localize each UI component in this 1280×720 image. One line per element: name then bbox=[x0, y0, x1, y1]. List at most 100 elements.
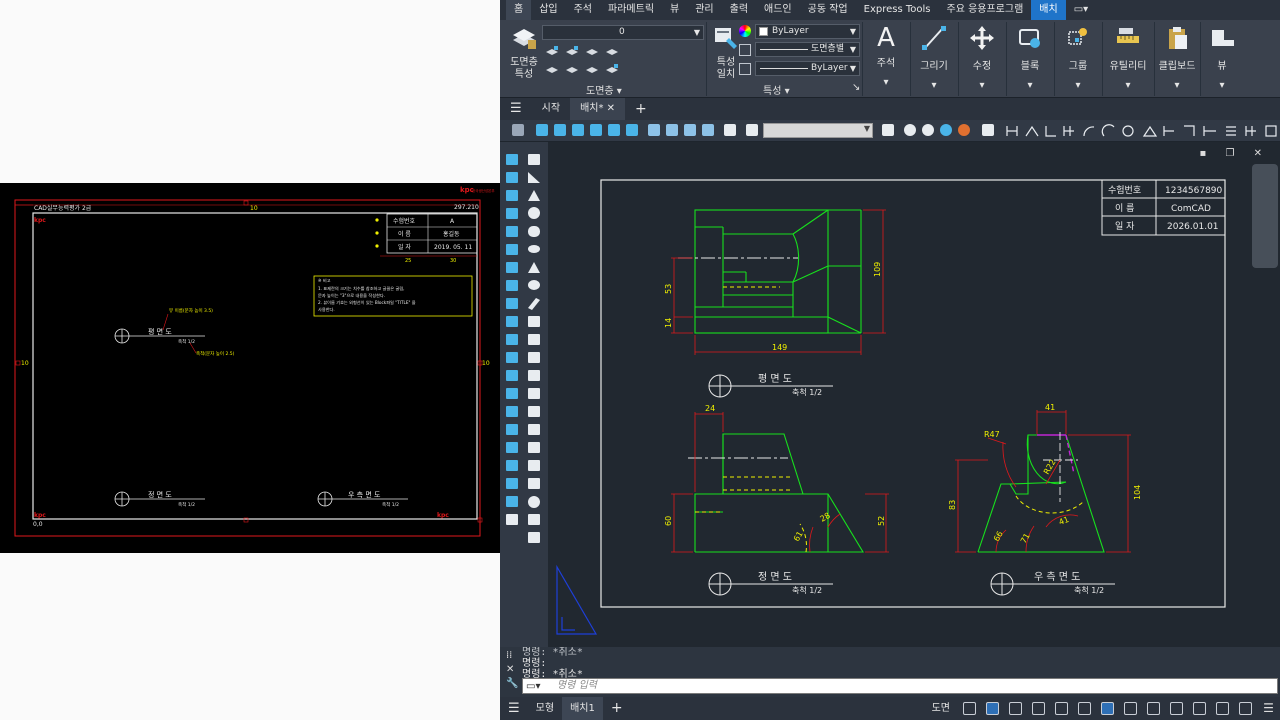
svg-text:A: A bbox=[450, 218, 455, 225]
snap-icon[interactable] bbox=[963, 702, 976, 715]
group-button[interactable]: 그룹 ▾ bbox=[1056, 20, 1100, 94]
tab-manage[interactable]: 관리 bbox=[687, 0, 721, 20]
svg-text:문자 높이는 "3"으로 내용을 작성한다.: 문자 높이는 "3"으로 내용을 작성한다. bbox=[318, 292, 385, 299]
tab-output[interactable]: 출력 bbox=[722, 0, 756, 20]
tab-view[interactable]: 뷰 bbox=[662, 0, 687, 20]
fullscreen-icon[interactable] bbox=[1239, 702, 1252, 715]
ref-notes-box: ※ 비고 1. 표제란의 크기는 치수를 참조하고 글꼴은 굴림, 문자 높이는… bbox=[313, 275, 473, 317]
block-button[interactable]: 블록 ▾ bbox=[1008, 20, 1052, 94]
chevron-down-icon: ▾ bbox=[883, 77, 889, 88]
svg-text:우 측 면 도: 우 측 면 도 bbox=[348, 490, 381, 499]
visual-style-icon[interactable] bbox=[922, 124, 934, 136]
utilities-button[interactable]: 유틸리티 ▾ bbox=[1103, 20, 1153, 94]
otrack-icon[interactable] bbox=[1055, 702, 1068, 715]
named-view-dropdown[interactable]: ▼ bbox=[763, 123, 873, 138]
navigation-bar[interactable] bbox=[1252, 164, 1278, 268]
app-menu-icon[interactable]: ☰ bbox=[500, 98, 532, 120]
dim-top-left2: 14 bbox=[664, 318, 673, 328]
tab-featured-apps[interactable]: 주요 응용프로그램 bbox=[939, 0, 1032, 20]
properties-panel-label: 특성 ▾ bbox=[763, 86, 790, 97]
view-cube-icon[interactable] bbox=[626, 124, 638, 136]
layer-properties-button[interactable]: 도면층 특성 bbox=[502, 20, 546, 94]
osnap-icon[interactable] bbox=[1032, 702, 1045, 715]
plus-icon[interactable] bbox=[1193, 702, 1206, 715]
iso-view-icon[interactable] bbox=[684, 124, 696, 136]
color-wheel-icon[interactable] bbox=[739, 25, 751, 37]
view-cube-icon[interactable] bbox=[608, 124, 620, 136]
lineweight-dropdown[interactable]: ByLayer ▼ bbox=[755, 61, 860, 76]
render-icon[interactable] bbox=[982, 124, 994, 136]
iso-view-icon[interactable] bbox=[666, 124, 678, 136]
tab-addins[interactable]: 애드인 bbox=[756, 0, 800, 20]
viewport-icon[interactable] bbox=[746, 124, 758, 136]
shaded-style-icon[interactable] bbox=[940, 124, 952, 136]
tab-drawing-layout[interactable]: 배치* ✕ bbox=[570, 98, 626, 120]
lineweight-icon[interactable] bbox=[739, 63, 751, 75]
dimension-tools-icon[interactable] bbox=[1004, 123, 1280, 139]
iso-view-icon[interactable] bbox=[702, 124, 714, 136]
dim-side-radius1: R47 bbox=[984, 430, 1000, 439]
ortho-icon[interactable] bbox=[986, 702, 999, 715]
tab-annotate[interactable]: 주석 bbox=[566, 0, 600, 20]
camera-icon[interactable] bbox=[724, 124, 736, 136]
dim-top-width: 149 bbox=[772, 343, 787, 352]
dim-front-angle1: 61 bbox=[792, 530, 805, 543]
linetype-icon[interactable] bbox=[739, 44, 751, 56]
linetype-dropdown[interactable]: 도면층별 ▼ bbox=[755, 42, 860, 57]
modeling-tools-icon[interactable] bbox=[500, 142, 548, 647]
properties-panel-launcher-icon[interactable]: ↘ bbox=[852, 82, 860, 93]
lineweight-toggle-icon[interactable] bbox=[1078, 702, 1091, 715]
new-tab-button[interactable]: + bbox=[625, 98, 657, 120]
chevron-down-icon: ▼ bbox=[863, 124, 870, 133]
paper-space-toggle[interactable]: 도면 bbox=[924, 697, 958, 720]
layout-menu-icon[interactable]: ☰ bbox=[500, 697, 528, 720]
viewport-window-controls[interactable]: ▪ ❐ ✕ bbox=[1200, 148, 1270, 159]
view-button[interactable]: 뷰 ▾ bbox=[1200, 20, 1244, 94]
view-cube-icon[interactable] bbox=[590, 124, 602, 136]
close-icon[interactable]: ✕ bbox=[607, 103, 615, 114]
tab-layout[interactable]: 배치 bbox=[1031, 0, 1066, 20]
ribbon-minimize-icon[interactable]: ▭▾ bbox=[1066, 0, 1096, 20]
layer-tools-icons[interactable] bbox=[544, 44, 634, 82]
chevron-down-icon: ▼ bbox=[849, 27, 856, 36]
layer-current-name: 0 bbox=[619, 27, 625, 37]
tab-express-tools[interactable]: Express Tools bbox=[856, 0, 939, 20]
selection-cycling-icon[interactable] bbox=[1101, 702, 1114, 715]
view-cube-icon[interactable] bbox=[536, 124, 548, 136]
clipboard-button[interactable]: 클립보드 ▾ bbox=[1152, 20, 1202, 94]
command-line-handle-icon[interactable]: ⁞⁞ ✕ 🔧 bbox=[506, 649, 518, 691]
tab-layout1[interactable]: 배치1 bbox=[562, 697, 603, 720]
drawing-viewport[interactable]: 수험번호 1234567890 이 름 ComCAD 일 자 2026.01.0… bbox=[548, 142, 1280, 647]
svg-text:홍길동: 홍길동 bbox=[443, 230, 460, 238]
add-layout-button[interactable]: + bbox=[603, 697, 631, 720]
realistic-style-icon[interactable] bbox=[958, 124, 970, 136]
viewport-scale-icon[interactable] bbox=[882, 124, 894, 136]
isolate-icon[interactable] bbox=[1216, 702, 1229, 715]
customization-menu-icon[interactable]: ☰ bbox=[1262, 702, 1275, 715]
draw-button[interactable]: 그리기 ▾ bbox=[912, 20, 956, 94]
workspace-icon[interactable] bbox=[1147, 702, 1160, 715]
toolbar-icon[interactable] bbox=[512, 124, 524, 136]
color-dropdown[interactable]: ByLayer ▼ bbox=[755, 24, 860, 39]
tab-insert[interactable]: 삽입 bbox=[531, 0, 565, 20]
polar-icon[interactable] bbox=[1009, 702, 1022, 715]
ref-logo-sub: 한국생산성본부 bbox=[472, 188, 495, 193]
svg-text:정 면 도: 정 면 도 bbox=[758, 571, 792, 583]
tab-model[interactable]: 모형 bbox=[528, 697, 562, 720]
annotation-scale-icon[interactable] bbox=[1124, 702, 1137, 715]
modify-button[interactable]: 수정 ▾ bbox=[960, 20, 1004, 94]
tab-parametric[interactable]: 파라메트릭 bbox=[600, 0, 662, 20]
visual-style-icon[interactable] bbox=[904, 124, 916, 136]
iso-view-icon[interactable] bbox=[648, 124, 660, 136]
gear-icon[interactable] bbox=[1170, 702, 1183, 715]
tab-home[interactable]: 홈 bbox=[506, 0, 532, 20]
command-input[interactable]: ▭▾ 명령 입력 bbox=[522, 678, 1278, 694]
layer-dropdown[interactable]: 0 ▼ bbox=[542, 25, 704, 40]
view-cube-icon[interactable] bbox=[554, 124, 566, 136]
view-cube-icon[interactable] bbox=[572, 124, 584, 136]
tab-start[interactable]: 시작 bbox=[532, 98, 570, 120]
tab-collaborate[interactable]: 공동 작업 bbox=[800, 0, 856, 20]
svg-text:축척(문자 높이 2.5): 축척(문자 높이 2.5) bbox=[196, 350, 235, 357]
annotate-button[interactable]: A 주석 ▾ bbox=[864, 20, 908, 94]
dim-front-left: 60 bbox=[664, 516, 673, 526]
